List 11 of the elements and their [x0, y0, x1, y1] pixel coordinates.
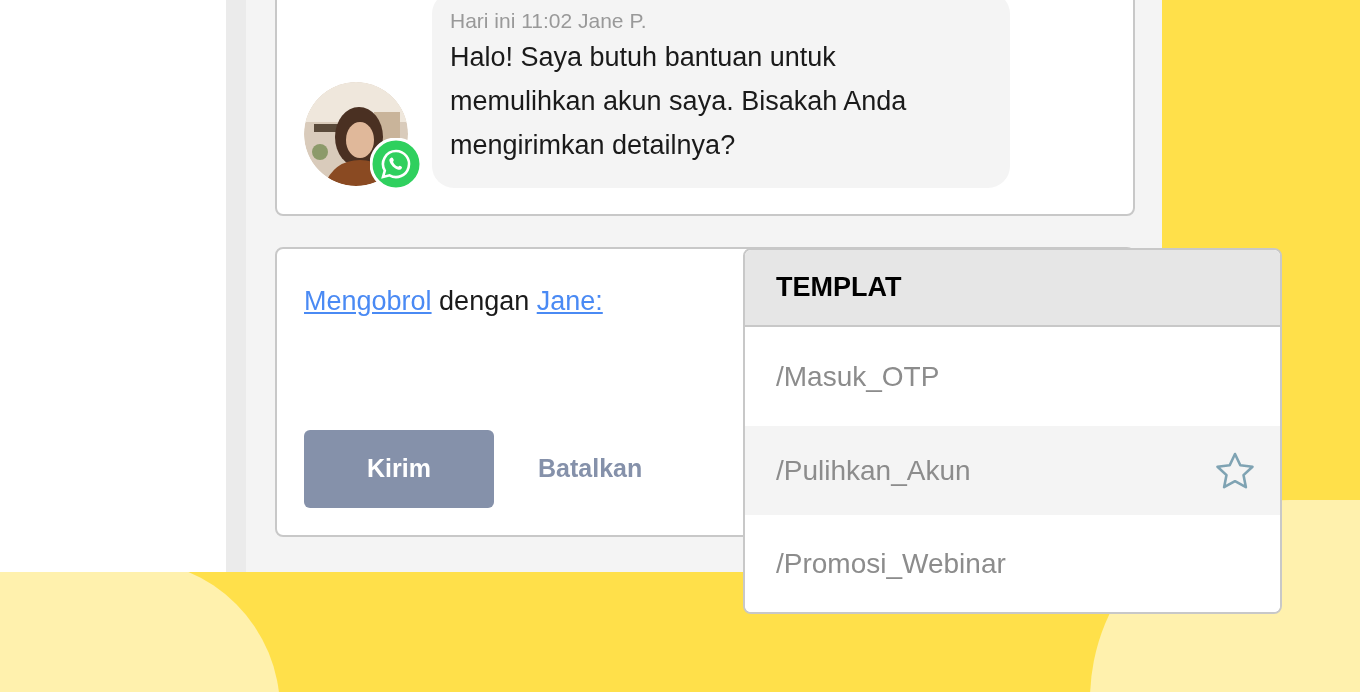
- menu-title: TEMPLAT: [776, 271, 902, 305]
- message-meta: Hari ini 11:02 Jane P.: [450, 8, 648, 34]
- send-button[interactable]: Kirim: [304, 430, 494, 508]
- link[interactable]: Jane:: [536, 286, 603, 316]
- star-icon[interactable]: [1215, 451, 1255, 490]
- link[interactable]: Mengobrol: [304, 286, 432, 316]
- chat-badge-icon: [370, 138, 422, 190]
- cancel-button[interactable]: Batalkan: [538, 450, 643, 488]
- template-item[interactable]: /Pulihkan_Akun: [745, 426, 1280, 515]
- compose-prompt: Mengobrol dengan Jane:: [304, 285, 603, 318]
- message-text: Halo! Saya butuh bantuan untuk memulihkan akun saya. Bisakah Anda mengirimkan detailnya?: [450, 41, 908, 162]
